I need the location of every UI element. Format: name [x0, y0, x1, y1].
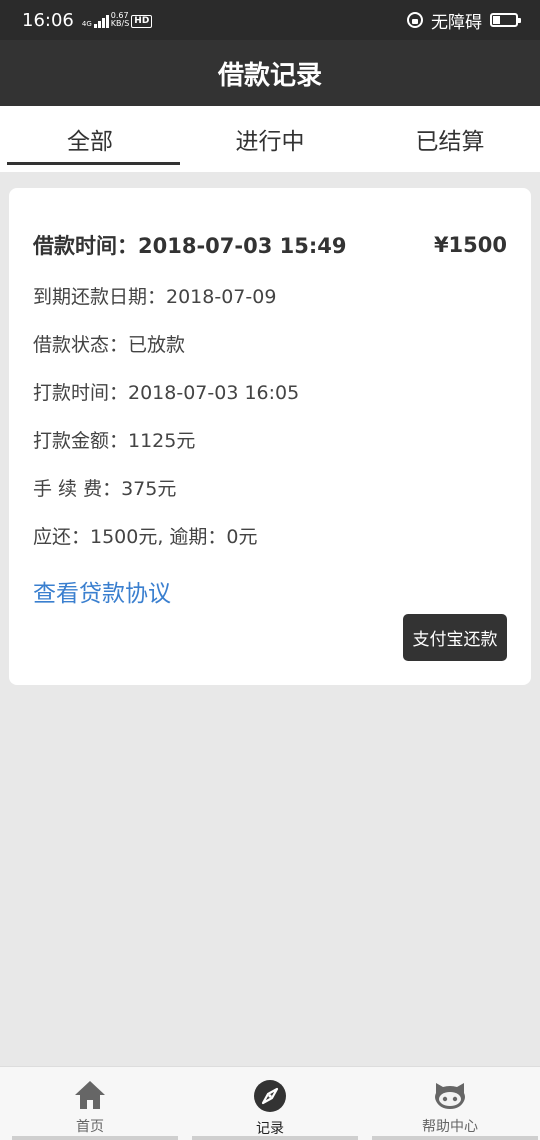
speed-unit: KB/S: [110, 19, 130, 28]
compass-icon: [254, 1080, 286, 1112]
status-bar: 16:06 4G 0.67 KB/S HD 无障碍: [0, 0, 540, 40]
nav-records[interactable]: 记录: [180, 1067, 360, 1140]
tab-all[interactable]: 全部: [0, 106, 180, 172]
network-indicator: 4G 0.67 KB/S HD: [81, 12, 153, 28]
bottom-nav: 首页 记录 帮助中心: [0, 1066, 540, 1140]
tab-in-progress-label: 进行中: [235, 129, 305, 155]
tab-all-label: 全部: [67, 129, 113, 155]
app-header: 借款记录: [0, 40, 540, 106]
status-right: 无障碍: [407, 8, 521, 33]
tab-in-progress[interactable]: 进行中: [180, 106, 360, 172]
loan-time: 借款时间：2018-07-03 15:49: [33, 234, 347, 258]
card-header: 借款时间：2018-07-03 15:49 ¥1500: [33, 230, 507, 260]
tab-settled[interactable]: 已结算: [360, 106, 540, 172]
loan-amount: ¥1500: [433, 233, 507, 257]
nav-records-label: 记录: [256, 1121, 284, 1137]
nav-help[interactable]: 帮助中心: [360, 1067, 540, 1140]
status-left: 16:06 4G 0.67 KB/S HD: [22, 9, 153, 31]
status-time: 16:06: [22, 9, 74, 31]
due-date: 到期还款日期：2018-07-09: [33, 286, 277, 308]
speed-indicator: 0.67 KB/S: [111, 12, 130, 28]
hd-badge: HD: [131, 15, 153, 28]
battery-icon: [490, 13, 521, 27]
page-title: 借款记录: [217, 60, 322, 91]
tab-bar: 全部 进行中 已结算: [0, 106, 540, 172]
signal-icon: [93, 14, 109, 28]
accessibility-label: 无障碍: [431, 12, 482, 33]
nav-help-label: 帮助中心: [422, 1119, 478, 1135]
loan-record-card: 借款时间：2018-07-03 15:49 ¥1500 到期还款日期：2018-…: [9, 188, 531, 685]
alipay-repay-button[interactable]: 支付宝还款: [403, 614, 507, 661]
home-icon: [75, 1081, 105, 1109]
rotation-lock-icon: [407, 12, 423, 28]
nav-home-label: 首页: [76, 1119, 104, 1135]
network-type: 4G: [81, 20, 92, 28]
repay-info: 应还：1500元, 逾期：0元: [33, 526, 258, 548]
view-agreement-link[interactable]: 查看贷款协议: [33, 574, 171, 608]
nav-home[interactable]: 首页: [0, 1067, 180, 1140]
payout-amount: 打款金额：1125元: [33, 430, 196, 452]
octocat-icon: [435, 1083, 465, 1109]
service-fee: 手 续 费：375元: [33, 478, 177, 500]
tab-settled-label: 已结算: [415, 129, 485, 155]
payout-time: 打款时间：2018-07-03 16:05: [33, 382, 300, 404]
loan-status: 借款状态：已放款: [33, 334, 186, 356]
